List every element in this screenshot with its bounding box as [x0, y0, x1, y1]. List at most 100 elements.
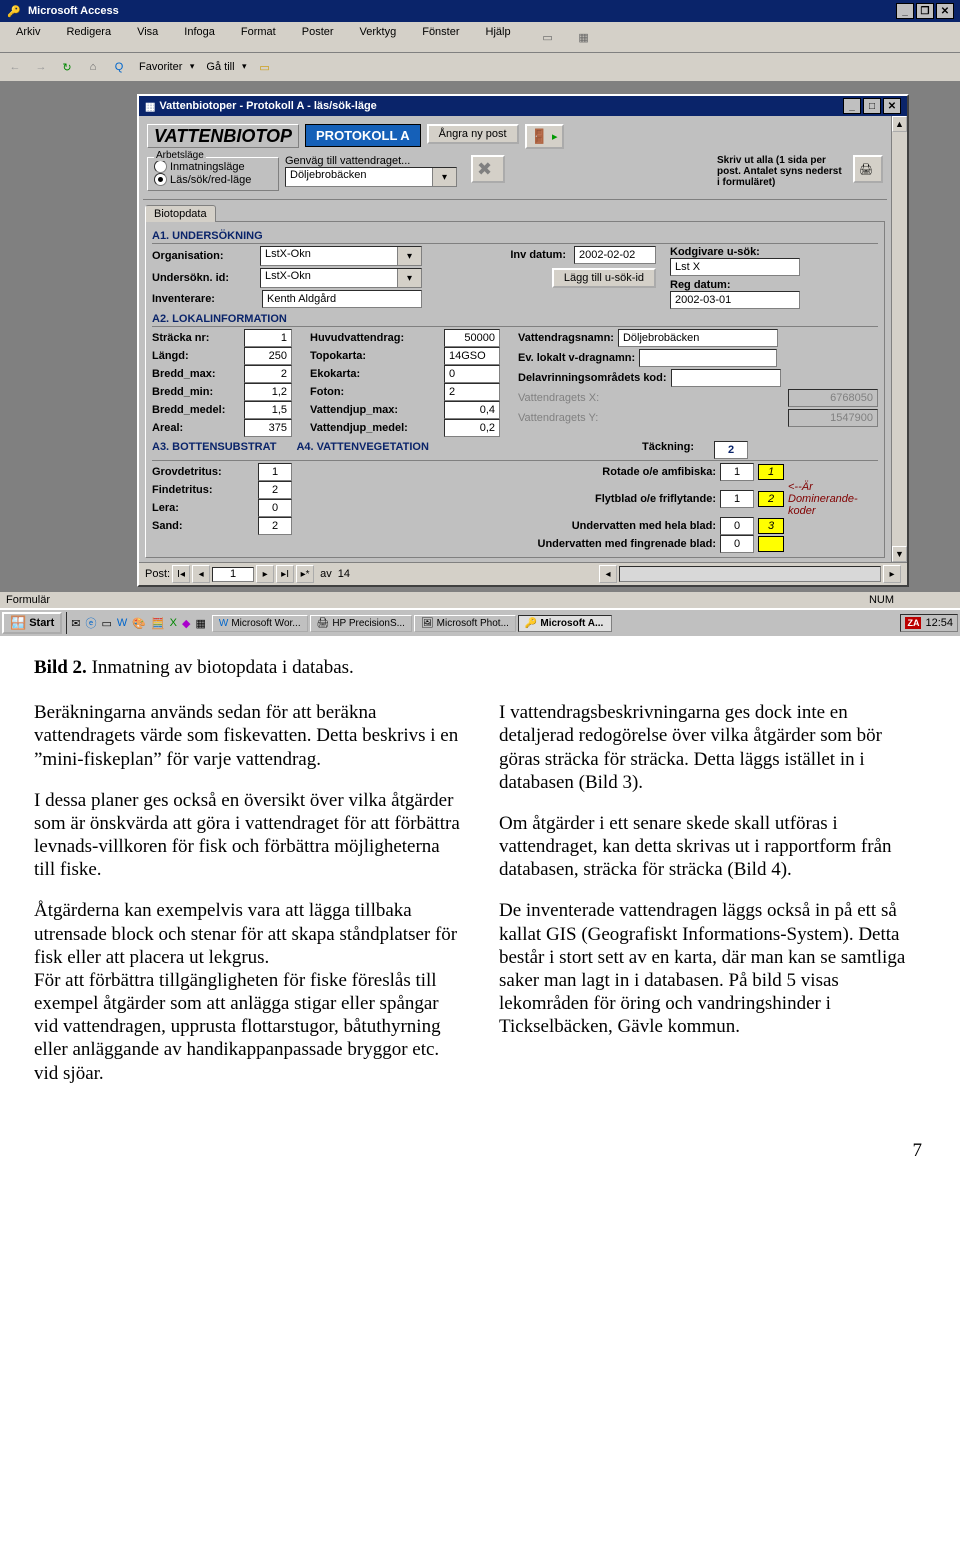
uvhel-field[interactable]: 0 — [720, 517, 754, 535]
hscroll-right[interactable]: ▸ — [883, 565, 901, 583]
menu-visa[interactable]: Visa — [125, 25, 170, 49]
regdatum-field[interactable]: 2002-03-01 — [670, 291, 800, 309]
grovdetritus-label: Grovdetritus: — [152, 466, 222, 478]
areal-field[interactable]: 375 — [244, 419, 292, 437]
kod-2[interactable]: 2 — [758, 491, 784, 507]
huvudvattendrag-field[interactable]: 50000 — [444, 329, 500, 347]
recnav-new[interactable]: ▸* — [296, 565, 314, 583]
tackning-field[interactable]: 2 — [714, 441, 748, 459]
findetritus-field[interactable]: 2 — [258, 481, 292, 499]
ekokarta-field[interactable]: 0 — [444, 365, 500, 383]
menu-fonster[interactable]: Fönster — [410, 25, 471, 49]
restore-button[interactable]: ❐ — [916, 3, 934, 19]
langd-field[interactable]: 250 — [244, 347, 292, 365]
menu-infoga[interactable]: Infoga — [172, 25, 227, 49]
menu-verktyg[interactable]: Verktyg — [348, 25, 409, 49]
kodgivare-field[interactable]: Lst X — [670, 258, 800, 276]
forward-icon[interactable]: → — [30, 56, 52, 78]
tab-biotopdata[interactable]: Biotopdata — [145, 205, 216, 222]
breddmax-field[interactable]: 2 — [244, 365, 292, 383]
ql-calc-icon[interactable]: 🧮 — [151, 617, 165, 630]
statusbar-text: Formulär — [6, 594, 50, 606]
angra-ny-post-button[interactable]: Ångra ny post — [427, 124, 519, 144]
recnav-prev[interactable]: ◂ — [192, 565, 210, 583]
task-photo[interactable]: 🖼Microsoft Phot... — [414, 615, 516, 632]
invdatum-field[interactable]: 2002-02-02 — [574, 246, 656, 264]
figure-caption-rest: Inmatning av biotopdata i databas. — [87, 657, 354, 678]
radio-lassok[interactable]: Läs/sök/red-läge — [154, 173, 272, 186]
flytblad-field[interactable]: 1 — [720, 490, 754, 508]
scroll-up-icon[interactable]: ▲ — [892, 116, 907, 132]
recnav-next[interactable]: ▸ — [256, 565, 274, 583]
start-button[interactable]: 🪟 Start — [2, 612, 62, 634]
vnamn-field[interactable]: Döljebrobäcken — [618, 329, 778, 347]
rotade-field[interactable]: 1 — [720, 463, 754, 481]
lera-field[interactable]: 0 — [258, 499, 292, 517]
ql-word-icon[interactable]: W — [117, 617, 127, 629]
task-access[interactable]: 🔑Microsoft A... — [518, 615, 612, 632]
ql-onenote-icon[interactable]: ◆ — [182, 617, 190, 630]
ql-outlook-icon[interactable]: ✉ — [71, 617, 80, 630]
minimize-button[interactable]: _ — [896, 3, 914, 19]
genvag-combo[interactable]: Döljebrobäcken▾ — [285, 167, 457, 187]
recnav-first[interactable]: I◂ — [172, 565, 190, 583]
form-maximize-button[interactable]: □ — [863, 98, 881, 114]
quick-launch: ✉ ⓔ ▭ W 🎨 🧮 X ◆ ▦ — [66, 612, 210, 634]
organisation-combo[interactable]: LstX-Okn▾ — [260, 246, 422, 266]
lang-icon[interactable]: ZA — [905, 617, 921, 629]
print-button[interactable]: 🖨 — [853, 155, 883, 183]
gatill-dropdown[interactable]: Gå till — [201, 59, 249, 75]
vdjupmed-field[interactable]: 0,2 — [444, 419, 500, 437]
stop-icon[interactable]: ↻ — [56, 56, 78, 78]
radio-inmatningslage[interactable]: Inmatningsläge — [154, 160, 272, 173]
scroll-down-icon[interactable]: ▼ — [892, 546, 907, 562]
systray-clock[interactable]: ZA 12:54 — [900, 614, 958, 632]
breddmedel-field[interactable]: 1,5 — [244, 401, 292, 419]
uvfin-field[interactable]: 0 — [720, 535, 754, 553]
menu-format[interactable]: Format — [229, 25, 288, 49]
menu-hjalp[interactable]: Hjälp — [474, 25, 523, 49]
ql-excel-icon[interactable]: X — [170, 617, 177, 629]
form-close-button[interactable]: ✕ — [883, 98, 901, 114]
folder-icon[interactable]: ▭ — [254, 56, 276, 78]
back-icon[interactable]: ← — [4, 56, 26, 78]
exit-door-button[interactable]: 🚪 ▸ — [525, 124, 564, 149]
task-hp[interactable]: 🖨HP PrecisionS... — [310, 615, 412, 632]
ql-desktop-icon[interactable]: ▭ — [101, 617, 111, 630]
kod-3[interactable]: 3 — [758, 518, 784, 534]
rotade-label: Rotade o/e amfibiska: — [602, 466, 716, 478]
evlokalt-field[interactable] — [639, 349, 777, 367]
grovdetritus-field[interactable]: 1 — [258, 463, 292, 481]
delavrin-field[interactable] — [671, 369, 781, 387]
close-button[interactable]: ✕ — [936, 3, 954, 19]
form-icon: ▦ — [145, 100, 155, 113]
ql-paint-icon[interactable]: 🎨 — [132, 617, 146, 630]
recnav-current[interactable]: 1 — [212, 567, 254, 582]
datasheet-view-icon[interactable]: ▦ — [567, 25, 601, 49]
undersokn-combo[interactable]: LstX-Okn▾ — [260, 268, 422, 288]
hscroll-left[interactable]: ◂ — [599, 565, 617, 583]
recnav-last[interactable]: ▸I — [276, 565, 294, 583]
form-view-icon[interactable]: ▭ — [531, 25, 565, 49]
search-web-icon[interactable]: Q — [108, 56, 130, 78]
inventerare-field[interactable]: Kenth Aldgård — [262, 290, 422, 308]
form-minimize-button[interactable]: _ — [843, 98, 861, 114]
kod-4[interactable] — [758, 536, 784, 552]
ql-ie-icon[interactable]: ⓔ — [85, 615, 96, 631]
topokarta-field[interactable]: 14GSO — [444, 347, 500, 365]
breddmin-field[interactable]: 1,2 — [244, 383, 292, 401]
menu-arkiv[interactable]: Arkiv — [4, 25, 52, 49]
home-icon[interactable]: ⌂ — [82, 56, 104, 78]
ql-hp-icon[interactable]: ▦ — [195, 617, 205, 630]
menu-redigera[interactable]: Redigera — [54, 25, 123, 49]
vdjupmax-field[interactable]: 0,4 — [444, 401, 500, 419]
kod-1[interactable]: 1 — [758, 464, 784, 480]
lagg-till-usok-id-button[interactable]: Lägg till u-sök-id — [552, 268, 656, 288]
menu-poster[interactable]: Poster — [290, 25, 346, 49]
form-scrollbar[interactable]: ▲ ▼ — [891, 116, 907, 562]
stracka-field[interactable]: 1 — [244, 329, 292, 347]
sand-field[interactable]: 2 — [258, 517, 292, 535]
foton-field[interactable]: 2 — [444, 383, 500, 401]
task-word[interactable]: WMicrosoft Wor... — [212, 615, 308, 632]
favoriter-dropdown[interactable]: Favoriter — [134, 59, 197, 75]
